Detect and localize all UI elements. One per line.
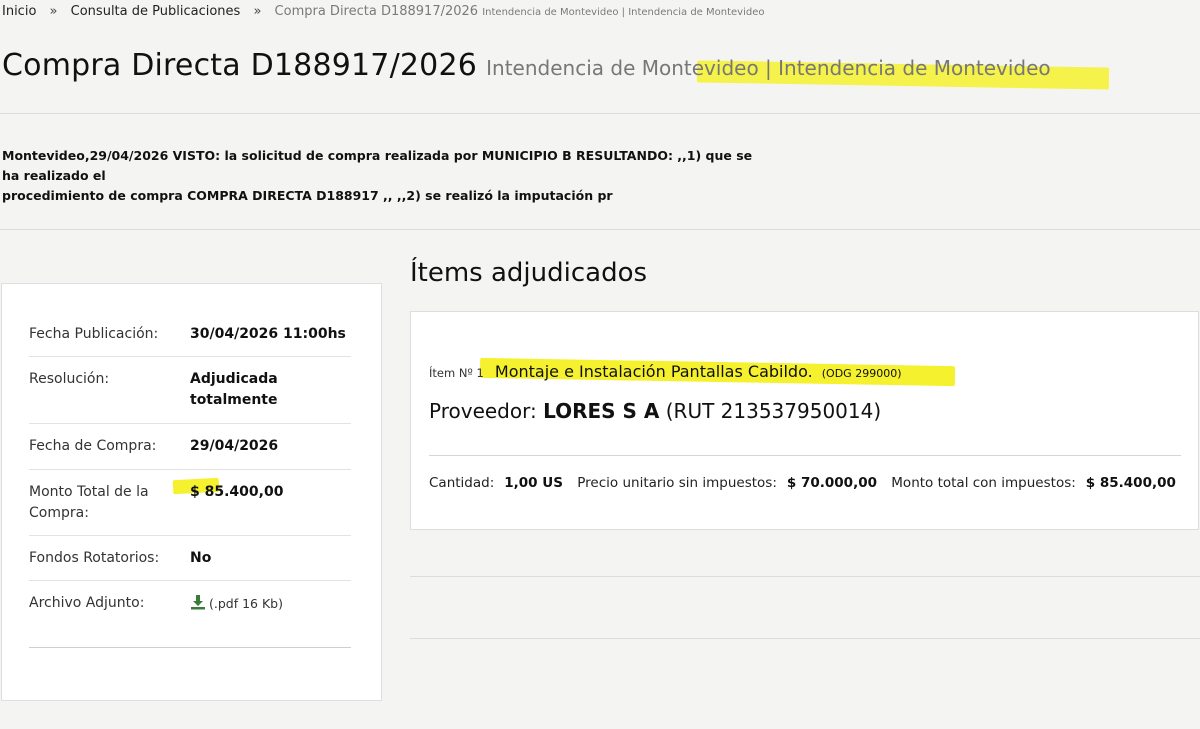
item-title-line: Ítem Nº 1 Montaje e Instalación Pantalla… bbox=[429, 362, 902, 381]
info-row-fecha-compra: Fecha de Compra: 29/04/2026 bbox=[29, 424, 351, 470]
info-label-line: Compra: bbox=[29, 505, 89, 521]
monto-label: Monto total con impuestos: bbox=[891, 475, 1076, 491]
info-value: 29/04/2026 bbox=[190, 438, 279, 454]
info-row-archivo-adjunto: Archivo Adjunto: (.pdf 16 Kb) bbox=[29, 581, 351, 648]
cantidad-value: 1,00 US bbox=[504, 475, 563, 491]
breadcrumb-separator: » bbox=[253, 4, 262, 19]
page-subtitle: Intendencia de Montevideo | Intendencia … bbox=[486, 56, 1051, 80]
info-value: No bbox=[190, 550, 212, 566]
info-value: 30/04/2026 11:00hs bbox=[190, 326, 346, 342]
attachment-download-link[interactable]: (.pdf 16 Kb) bbox=[190, 593, 350, 617]
item-number: Ítem Nº 1 bbox=[429, 366, 484, 380]
divider bbox=[410, 576, 1200, 577]
breadcrumb-section-link[interactable]: Consulta de Publicaciones bbox=[71, 4, 241, 19]
info-label: Fecha Publicación: bbox=[29, 326, 159, 342]
info-label-line: Monto Total de la bbox=[29, 484, 149, 500]
info-value-line: Adjudicada bbox=[190, 371, 278, 387]
provider-rut: (RUT 213537950014) bbox=[665, 399, 882, 423]
info-value: Adjudicada totalmente bbox=[190, 369, 350, 411]
divider bbox=[0, 113, 1200, 114]
breadcrumb-home-link[interactable]: Inicio bbox=[2, 4, 36, 19]
info-row-monto-total: Monto Total de la Compra: $ 85.400,00 bbox=[29, 470, 351, 536]
purchase-description: Montevideo,29/04/2026 VISTO: la solicitu… bbox=[2, 146, 762, 206]
info-label: Fecha de Compra: bbox=[29, 438, 157, 454]
item-description: Montaje e Instalación Pantallas Cabildo. bbox=[494, 362, 813, 381]
info-label: Archivo Adjunto: bbox=[29, 595, 145, 611]
breadcrumb: Inicio » Consulta de Publicaciones » Com… bbox=[2, 4, 764, 19]
description-line: procedimiento de compra COMPRA DIRECTA D… bbox=[2, 188, 613, 203]
provider-name: LORES S A bbox=[543, 399, 660, 423]
info-value-line: totalmente bbox=[190, 392, 278, 408]
item-details: Cantidad: 1,00 US Precio unitario sin imp… bbox=[429, 475, 1186, 491]
precio-label: Precio unitario sin impuestos: bbox=[577, 475, 777, 491]
divider bbox=[0, 229, 1200, 230]
info-value: $ 85.400,00 bbox=[190, 484, 284, 500]
breadcrumb-separator: » bbox=[49, 4, 58, 19]
items-heading: Ítems adjudicados bbox=[410, 258, 648, 288]
info-label: Monto Total de la Compra: bbox=[29, 482, 179, 524]
breadcrumb-current: Compra Directa D188917/2026 bbox=[274, 4, 479, 19]
monto-value: $ 85.400,00 bbox=[1085, 475, 1176, 491]
description-line: Montevideo,29/04/2026 VISTO: la solicitu… bbox=[2, 148, 753, 183]
info-row-fecha-publicacion: Fecha Publicación: 30/04/2026 11:00hs bbox=[29, 313, 351, 357]
item-odg: (ODG 299000) bbox=[821, 367, 902, 380]
breadcrumb-current-org: Intendencia de Montevideo | Intendencia … bbox=[482, 7, 765, 18]
download-icon bbox=[190, 594, 206, 617]
divider bbox=[429, 455, 1181, 456]
attachment-size: (.pdf 16 Kb) bbox=[209, 596, 283, 611]
cantidad-label: Cantidad: bbox=[429, 475, 495, 491]
divider bbox=[410, 638, 1200, 639]
title-row: Compra Directa D188917/2026 Intendencia … bbox=[2, 48, 1051, 83]
page: Inicio » Consulta de Publicaciones » Com… bbox=[0, 0, 1200, 729]
provider-label: Proveedor: bbox=[429, 399, 537, 423]
info-row-resolucion: Resolución: Adjudicada totalmente bbox=[29, 357, 351, 424]
info-label: Resolución: bbox=[29, 371, 110, 387]
info-row-fondos-rotatorios: Fondos Rotatorios: No bbox=[29, 536, 351, 581]
info-label: Fondos Rotatorios: bbox=[29, 550, 160, 566]
page-title: Compra Directa D188917/2026 bbox=[2, 48, 478, 83]
precio-value: $ 70.000,00 bbox=[786, 475, 877, 491]
item-provider: Proveedor: LORES S A (RUT 213537950014) bbox=[429, 399, 881, 423]
